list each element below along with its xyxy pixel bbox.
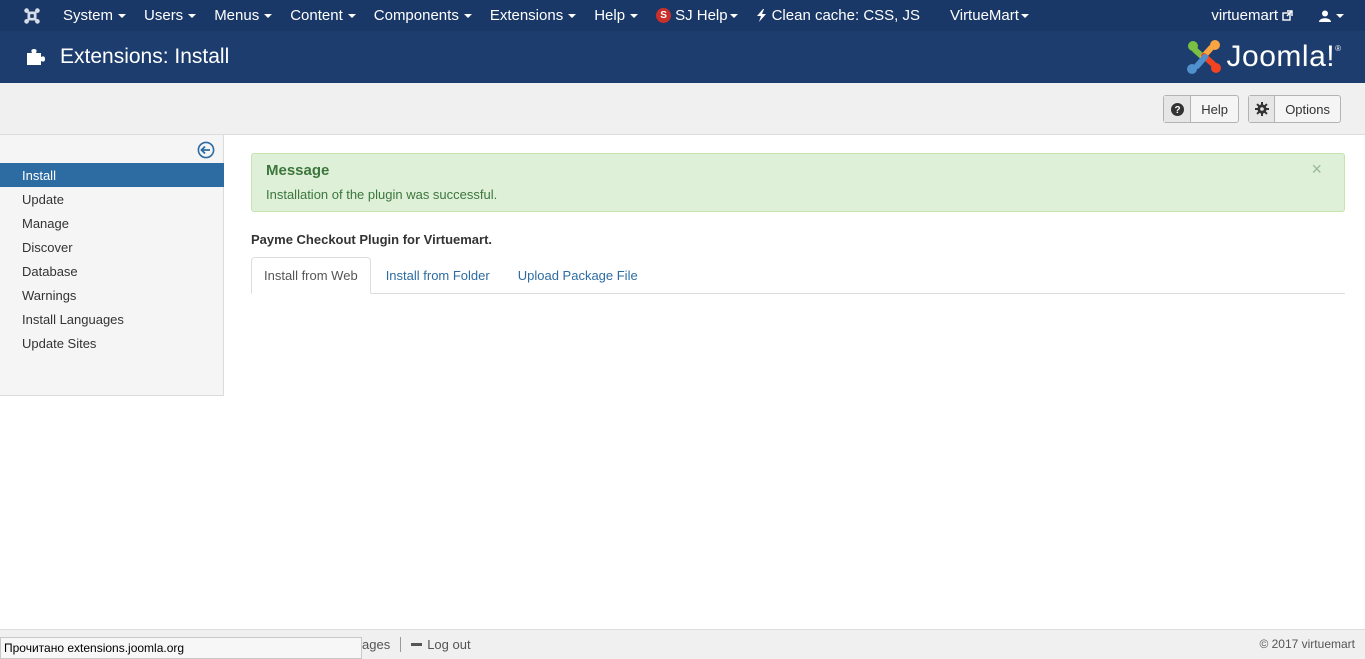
joomla-wordmark: Joomla!	[1226, 40, 1336, 73]
sidebar-item-manage[interactable]: Manage	[0, 211, 224, 235]
menu-system[interactable]: System	[54, 0, 135, 31]
success-message: Message Installation of the plugin was s…	[251, 153, 1345, 212]
page-header: Extensions: Install Joomla! ®	[0, 31, 1365, 83]
sidebar-item-install-languages[interactable]: Install Languages	[0, 307, 224, 331]
sidebar-item-warnings[interactable]: Warnings	[0, 283, 224, 307]
toolbar: ? Help Options	[0, 83, 1365, 135]
user-icon	[1319, 10, 1331, 22]
menu-label: Clean cache: CSS, JS	[771, 7, 920, 24]
menu-label: Components	[373, 7, 459, 24]
menu-label: System	[63, 7, 114, 24]
options-button[interactable]: Options	[1248, 95, 1341, 123]
divider	[400, 637, 402, 652]
main-content: Message Installation of the plugin was s…	[251, 153, 1345, 294]
sidebar-item-update-sites[interactable]: Update Sites	[0, 331, 224, 355]
caret-down-icon	[729, 13, 738, 18]
menu-label: Content	[290, 7, 343, 24]
tab-install-from-web[interactable]: Install from Web	[251, 257, 371, 294]
copyright: © 2017 virtuemart	[1259, 637, 1355, 651]
menu-sj-help[interactable]: S SJ Help	[647, 0, 747, 31]
sidebar-item-install[interactable]: Install	[0, 163, 224, 187]
browser-status-bar: Прочитано extensions.joomla.org	[0, 637, 362, 659]
registered-mark: ®	[1335, 44, 1341, 53]
menu-help[interactable]: Help	[585, 0, 647, 31]
caret-down-icon	[118, 13, 127, 18]
user-menu[interactable]	[1310, 0, 1353, 31]
help-label: Help	[1201, 101, 1228, 117]
help-button[interactable]: ? Help	[1163, 95, 1239, 123]
menu-content[interactable]: Content	[281, 0, 365, 31]
menu-extensions[interactable]: Extensions	[481, 0, 585, 31]
menu-label: SJ Help	[675, 7, 728, 24]
sidebar-item-database[interactable]: Database	[0, 259, 224, 283]
menu-label: Help	[594, 7, 626, 24]
joomla-logo-icon	[1186, 40, 1221, 74]
menu-menus[interactable]: Menus	[205, 0, 281, 31]
minus-icon	[411, 643, 423, 646]
clean-cache-link[interactable]: Clean cache: CSS, JS	[747, 0, 929, 31]
caret-down-icon	[347, 13, 356, 18]
message-text: Installation of the plugin was successfu…	[266, 187, 498, 202]
joomla-menu-icon[interactable]	[10, 0, 54, 31]
menu-label: Users	[144, 7, 184, 24]
menu-components[interactable]: Components	[365, 0, 481, 31]
site-link[interactable]: virtuemart	[1202, 0, 1302, 31]
caret-down-icon	[1336, 13, 1344, 18]
logout-link[interactable]: Log out	[411, 637, 471, 652]
menu-label: virtuemart	[1211, 7, 1278, 24]
sj-logo-icon: S	[656, 8, 672, 23]
messages-link[interactable]: ages	[362, 637, 390, 652]
puzzle-piece-icon	[24, 46, 46, 68]
caret-down-icon	[568, 13, 577, 18]
plugin-heading: Payme Checkout Plugin for Virtuemart.	[251, 232, 493, 247]
sidebar-item-discover[interactable]: Discover	[0, 235, 224, 259]
menu-users[interactable]: Users	[135, 0, 205, 31]
question-circle-icon: ?	[1164, 96, 1192, 122]
collapse-sidebar-icon[interactable]	[197, 141, 215, 159]
options-label: Options	[1285, 101, 1330, 117]
sidebar: Install Update Manage Discover Database …	[0, 135, 224, 396]
caret-down-icon	[1020, 13, 1029, 18]
caret-down-icon	[463, 13, 472, 18]
svg-text:?: ?	[1174, 105, 1180, 116]
menu-virtuemart[interactable]: VirtueMart	[941, 0, 1038, 31]
footer-links: ages Log out	[362, 637, 471, 652]
sidebar-item-update[interactable]: Update	[0, 187, 224, 211]
page-title: Extensions: Install	[60, 45, 230, 68]
menu-label: Menus	[214, 7, 260, 24]
bolt-icon	[756, 9, 766, 22]
message-title: Message	[266, 162, 330, 179]
joomla-logo: Joomla! ®	[1185, 38, 1341, 76]
menu-label: VirtueMart	[950, 7, 1019, 24]
install-tabs: Install from Web Install from Folder Upl…	[251, 257, 1345, 294]
caret-down-icon	[264, 13, 273, 18]
tab-upload-package-file[interactable]: Upload Package File	[505, 257, 651, 293]
external-link-icon	[1282, 10, 1293, 21]
menu-label: Extensions	[489, 7, 564, 24]
top-navbar: System Users Menus Content Components Ex…	[0, 0, 1365, 31]
logout-label: Log out	[427, 637, 471, 652]
caret-down-icon	[188, 13, 197, 18]
caret-down-icon	[630, 13, 639, 18]
sidebar-menu: Install Update Manage Discover Database …	[0, 163, 224, 355]
tab-install-from-folder[interactable]: Install from Folder	[373, 257, 503, 293]
gear-icon	[1249, 96, 1276, 122]
close-icon[interactable]: ×	[1311, 160, 1322, 178]
